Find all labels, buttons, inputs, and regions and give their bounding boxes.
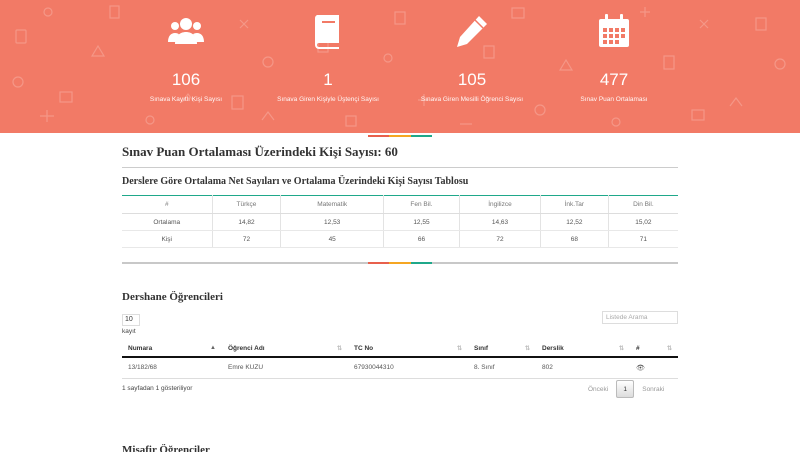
table-cell: 67930044310 <box>348 357 468 379</box>
table-cell: 8. Sınıf <box>468 357 536 379</box>
stats-table-heading: Derslere Göre Ortalama Net Sayıları ve O… <box>122 176 469 187</box>
guests-heading: Misafir Öğrenciler <box>122 444 210 452</box>
table-cell: 71 <box>608 230 678 248</box>
score-heading: Sınav Puan Ortalaması Üzerindeki Kişi Sa… <box>122 144 398 159</box>
column-header: Türkçe <box>212 195 282 214</box>
table-cell: 14,63 <box>459 213 541 231</box>
column-header: Fen Bil. <box>383 195 461 214</box>
table-cell: Ortalama <box>122 213 213 231</box>
column-header-actions[interactable]: # ⇅ <box>630 340 678 358</box>
table-cell: 72 <box>459 230 541 248</box>
table-cell: Kişi <box>122 230 213 248</box>
stat-average: 477 Sınav Puan Ortalaması <box>534 12 694 103</box>
table-info: 1 sayfadan 1 gösteriliyor <box>122 385 193 392</box>
column-header-label: Derslik <box>542 344 564 352</box>
table-cell: 68 <box>540 230 609 248</box>
section-divider <box>368 262 432 264</box>
next-page-button[interactable]: Sonraki <box>638 386 668 393</box>
column-header: İngilizce <box>459 195 541 214</box>
stat-label: Sınav Puan Ortalaması <box>580 96 648 103</box>
pagination: Önceki 1 Sonraki <box>584 380 668 398</box>
table-row: Ortalama 14,82 12,53 12,55 14,63 12,52 1… <box>122 213 678 231</box>
table-cell: 13/182/68 <box>122 357 222 379</box>
column-header-class[interactable]: Sınıf ⇅ <box>468 340 536 358</box>
column-header-label: Sınıf <box>474 344 489 352</box>
calendar-icon <box>534 12 694 50</box>
table-cell: 66 <box>383 230 461 248</box>
stat-value: 477 <box>599 70 629 89</box>
stat-present: 105 Sınava Giren Mesilli Öğrenci Sayısı <box>392 12 552 103</box>
table-header-row: # Türkçe Matematik Fen Bil. İngilizce İn… <box>122 195 678 214</box>
section-divider <box>368 135 432 137</box>
stat-label: Sınava Giren Kişiyle Üştençi Sayısı <box>277 96 379 103</box>
pencil-icon <box>392 12 552 50</box>
column-header-number[interactable]: Numara ▲ <box>122 340 222 358</box>
column-header-tc[interactable]: TC No ⇅ <box>348 340 468 358</box>
stat-label: Sınava Giren Mesilli Öğrenci Sayısı <box>420 96 524 103</box>
table-cell: 72 <box>212 230 282 248</box>
prev-page-button[interactable]: Önceki <box>584 386 612 393</box>
sort-icon: ⇅ <box>666 346 672 352</box>
net-stats-table: # Türkçe Matematik Fen Bil. İngilizce İn… <box>122 195 678 248</box>
column-header-label: # <box>636 344 640 352</box>
table-cell: 12,53 <box>280 213 384 231</box>
column-header-name[interactable]: Öğrenci Adı ⇅ <box>222 340 348 358</box>
stat-value: 105 <box>457 70 487 89</box>
sort-icon: ⇅ <box>524 346 530 352</box>
stat-value: 106 <box>171 70 201 89</box>
stat-book: 1 Sınava Giren Kişiyle Üştençi Sayısı <box>248 12 408 103</box>
stat-registered: 106 Sınava Kayıtlı Kişi Sayısı <box>106 12 266 103</box>
table-cell: 12,55 <box>383 213 461 231</box>
table-header-row: Numara ▲ Öğrenci Adı ⇅ TC No ⇅ Sınıf ⇅ Dersl… <box>122 340 678 358</box>
stat-value: 1 <box>323 70 333 89</box>
table-cell: 802 <box>536 357 630 379</box>
column-header: İnk.Tar <box>540 195 609 214</box>
stat-label: Sınava Kayıtlı Kişi Sayısı <box>149 96 223 103</box>
column-header: Matematik <box>280 195 384 214</box>
column-header-label: Numara <box>128 344 153 352</box>
table-cell: 14,82 <box>212 213 282 231</box>
users-icon <box>106 12 266 50</box>
table-row: Kişi 72 45 66 72 68 71 <box>122 230 678 248</box>
table-cell: 45 <box>280 230 384 248</box>
table-cell: 15,02 <box>608 213 678 231</box>
page-length-select[interactable]: 10 <box>122 314 140 326</box>
column-header-label: Öğrenci Adı <box>228 344 265 352</box>
table-row[interactable]: 13/182/68 Emre KUZU 67930044310 8. Sınıf… <box>122 357 678 379</box>
column-header: Din Bil. <box>608 195 678 214</box>
book-icon <box>248 12 408 50</box>
table-cell: Emre KUZU <box>222 357 348 379</box>
students-table: Numara ▲ Öğrenci Adı ⇅ TC No ⇅ Sınıf ⇅ Dersl… <box>122 340 678 379</box>
view-icon[interactable]: 👁 <box>630 357 678 379</box>
sort-icon: ⇅ <box>336 346 342 352</box>
column-header-label: TC No <box>354 344 374 352</box>
search-input[interactable]: Listede Arama <box>602 311 678 324</box>
column-header: # <box>122 195 213 214</box>
page-button-current[interactable]: 1 <box>616 380 635 398</box>
divider-line <box>122 167 678 168</box>
students-heading: Dershane Öğrencileri <box>122 291 223 303</box>
stats-banner: 106 Sınava Kayıtlı Kişi Sayısı 1 Sınava … <box>0 0 800 133</box>
sort-asc-icon: ▲ <box>210 345 216 351</box>
sort-icon: ⇅ <box>618 346 624 352</box>
table-cell: 12,52 <box>540 213 609 231</box>
column-header-room[interactable]: Derslik ⇅ <box>536 340 630 358</box>
sort-icon: ⇅ <box>456 346 462 352</box>
page-length-label: kayıt <box>122 328 136 335</box>
